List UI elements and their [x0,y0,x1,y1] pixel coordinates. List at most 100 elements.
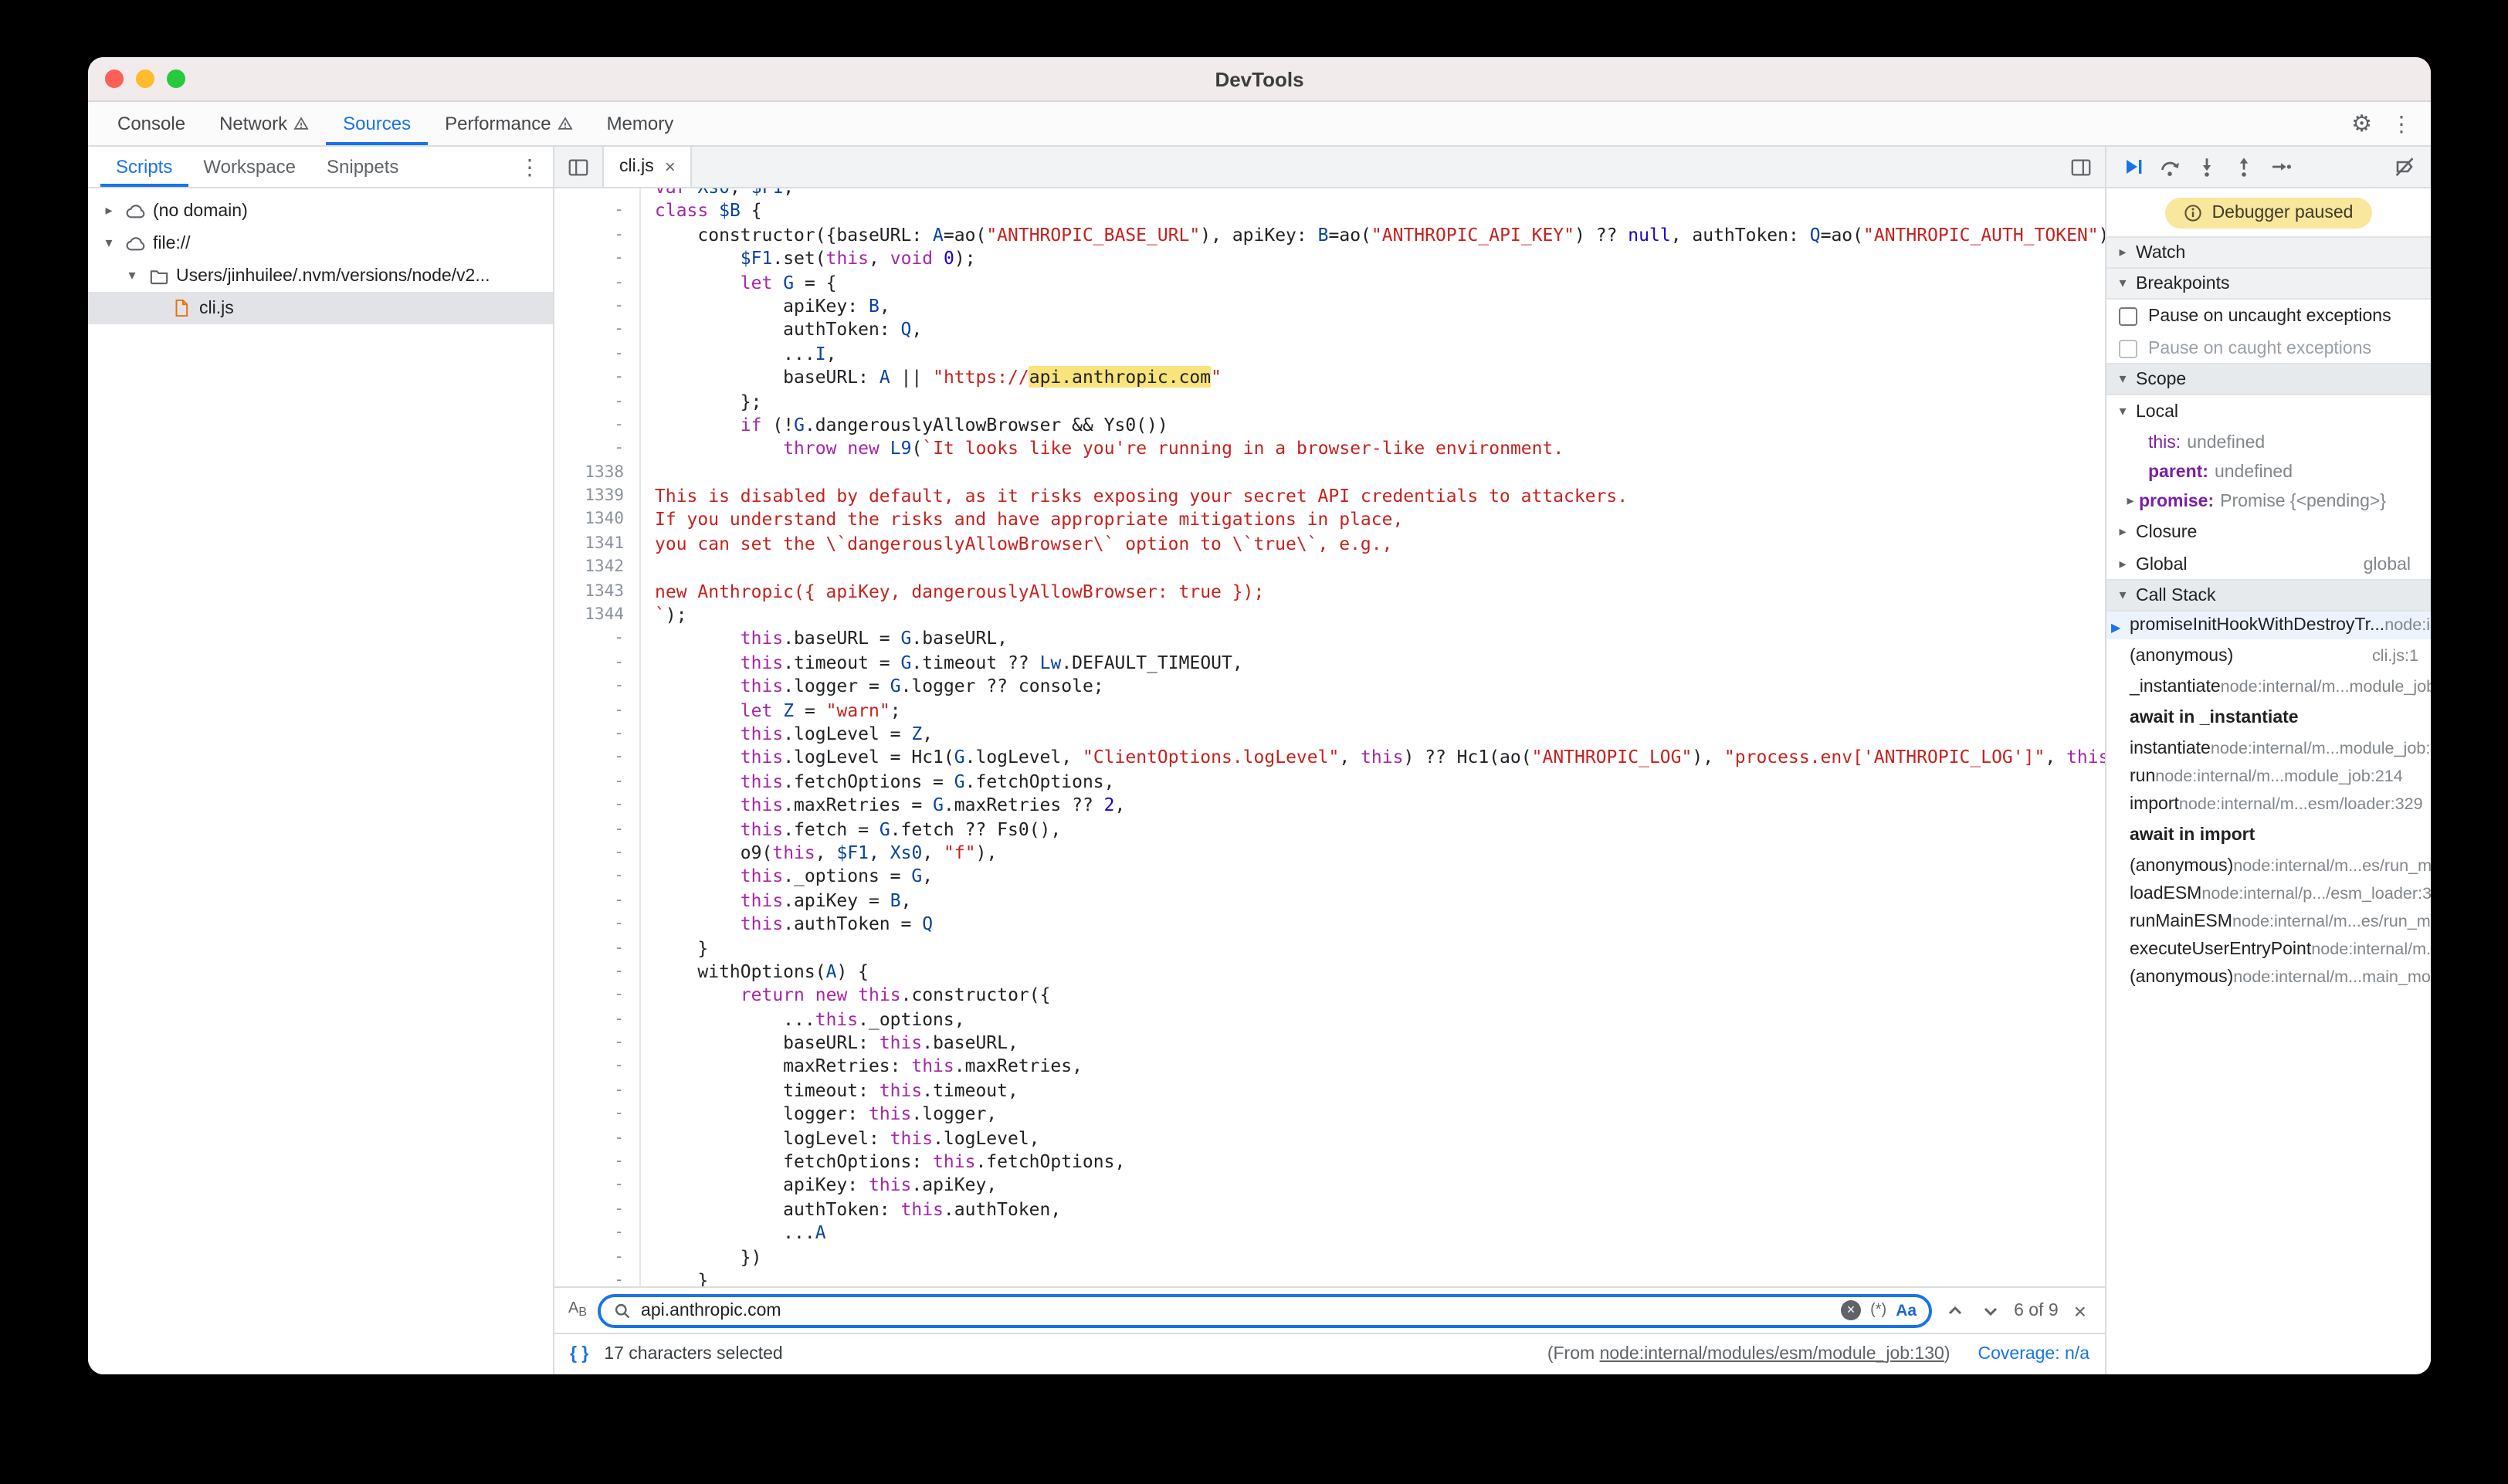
clear-search-icon[interactable]: × [1841,1300,1861,1320]
resume-script-icon[interactable] [2120,154,2145,179]
line-number[interactable]: - [554,200,641,224]
close-tab-icon[interactable]: × [665,156,676,178]
line-number[interactable]: - [554,342,641,366]
deactivate-breakpoints-icon[interactable] [2392,154,2417,179]
line-number[interactable]: 1339 [554,485,641,509]
section-watch[interactable]: ▸ Watch [2106,236,2431,269]
code-editor[interactable]: -var Xs0, $F1;-class $B {- constructor({… [554,188,2105,1286]
call-stack-frame[interactable]: loadESMnode:internal/p.../esm_loader:34 [2106,880,2431,908]
call-stack-frame[interactable]: executeUserEntryPointnode:internal/m...s… [2106,936,2431,964]
call-stack-frame[interactable]: (anonymous)cli.js:1 [2106,639,2431,673]
pretty-print-icon[interactable]: { } [570,1345,588,1364]
close-search-icon[interactable]: × [2069,1298,2091,1323]
line-number[interactable]: - [554,1032,641,1055]
tree-item-cli-js[interactable]: cli.js [88,292,553,324]
line-number[interactable]: - [554,1079,641,1103]
line-number[interactable]: - [554,1055,641,1079]
toggle-navigator-icon[interactable] [554,155,602,178]
line-number[interactable]: - [554,675,641,699]
step-out-icon[interactable] [2232,154,2256,179]
tree-item--no-domain-[interactable]: ▸(no domain) [88,195,553,227]
match-case-toggle-icon[interactable]: Aa [1896,1301,1917,1320]
line-number[interactable]: 1343 [554,580,641,604]
call-stack-frame[interactable]: (anonymous)node:internal/m...es/run_main… [2106,852,2431,880]
coverage-link[interactable]: Coverage: n/a [1978,1345,2090,1364]
line-number[interactable]: - [554,247,641,271]
editor-tab-clijs[interactable]: cli.js × [602,147,693,187]
line-number[interactable]: - [554,1269,641,1286]
search-input-box[interactable]: × (*) Aa [598,1293,1932,1327]
line-number[interactable]: - [554,414,641,438]
line-number[interactable]: - [554,319,641,343]
navigator-more-icon[interactable]: ⋮ [519,154,553,180]
step-icon[interactable] [2269,154,2293,179]
line-number[interactable]: - [554,188,641,200]
chevron-down-icon[interactable]: ▾ [124,267,141,284]
line-number[interactable]: - [554,818,641,842]
line-number[interactable]: - [554,1008,641,1032]
line-number[interactable]: - [554,1150,641,1174]
checkbox[interactable] [2119,307,2137,325]
tree-item-users-jinhuilee-nvm-versions-node-v2-[interactable]: ▾Users/jinhuilee/.nvm/versions/node/v2..… [88,259,553,292]
previous-match-icon[interactable] [1943,1301,1967,1320]
call-stack-frame[interactable]: runnode:internal/m...module_job:214 [2106,763,2431,791]
call-stack-frame[interactable]: ▶promiseInitHookWithDestroyTr...node:int… [2106,612,2431,639]
call-stack-frame[interactable]: instantiatenode:internal/m...module_job:… [2106,735,2431,763]
source-origin-link[interactable]: node:internal/modules/esm/module_job:130 [1600,1345,1944,1364]
line-number[interactable]: - [554,866,641,889]
chevron-right-icon[interactable]: ▸ [100,202,117,219]
line-number[interactable]: - [554,1221,641,1245]
scope-group-local[interactable]: ▾Local [2106,395,2431,428]
call-stack-frame[interactable]: importnode:internal/m...esm/loader:329 [2106,791,2431,818]
line-number[interactable]: - [554,937,641,961]
line-number[interactable]: 1342 [554,557,641,581]
settings-gear-icon[interactable]: ⚙ [2351,110,2372,137]
line-number[interactable]: - [554,747,641,771]
line-number[interactable]: - [554,913,641,937]
replace-toggle-icon[interactable]: AB [568,1301,587,1320]
tree-item-file-[interactable]: ▾file:// [88,227,553,259]
navigator-tab-workspace[interactable]: Workspace [188,147,311,187]
search-input[interactable] [641,1301,1832,1320]
line-number[interactable]: - [554,1174,641,1198]
line-number[interactable]: - [554,271,641,295]
scope-group-closure[interactable]: ▸Closure [2106,516,2431,548]
line-number[interactable]: - [554,438,641,462]
checkbox[interactable] [2119,339,2137,357]
navigator-tab-scripts[interactable]: Scripts [100,147,188,187]
tab-performance[interactable]: Performance [428,102,589,145]
chevron-down-icon[interactable]: ▾ [100,235,117,252]
line-number[interactable]: - [554,889,641,913]
next-match-icon[interactable] [1978,1301,2003,1320]
section-breakpoints[interactable]: ▾ Breakpoints [2106,267,2431,300]
line-number[interactable]: - [554,652,641,676]
line-number[interactable]: - [554,842,641,866]
section-callstack[interactable]: ▾ Call Stack [2106,579,2431,612]
line-number[interactable]: - [554,771,641,795]
tab-console[interactable]: Console [100,102,202,145]
line-number[interactable]: - [554,984,641,1008]
tab-network[interactable]: Network [202,102,326,145]
tab-sources[interactable]: Sources [326,102,428,145]
navigator-tab-snippets[interactable]: Snippets [311,147,414,187]
step-into-icon[interactable] [2194,154,2219,179]
breakpoint-option[interactable]: Pause on uncaught exceptions [2106,300,2431,332]
line-number[interactable]: - [554,1127,641,1150]
line-number[interactable]: - [554,723,641,747]
line-number[interactable]: 1338 [554,461,641,485]
more-options-icon[interactable]: ⋮ [2391,110,2412,137]
section-scope[interactable]: ▾ Scope [2106,363,2431,395]
line-number[interactable]: - [554,295,641,319]
scope-prop-promise[interactable]: ▸promise:Promise {<pending>} [2106,486,2431,516]
line-number[interactable]: - [554,224,641,248]
regex-toggle-icon[interactable]: (*) [1870,1302,1886,1319]
line-number[interactable]: 1341 [554,533,641,557]
line-number[interactable]: 1344 [554,604,641,628]
call-stack-frame[interactable]: _instantiatenode:internal/m...module_job… [2106,673,2431,701]
line-number[interactable]: - [554,699,641,723]
line-number[interactable]: - [554,628,641,652]
breakpoint-option[interactable]: Pause on caught exceptions [2106,332,2431,364]
line-number[interactable]: - [554,390,641,414]
line-number[interactable]: - [554,1103,641,1127]
call-stack-frame[interactable]: (anonymous)node:internal/m...main_module… [2106,964,2431,991]
